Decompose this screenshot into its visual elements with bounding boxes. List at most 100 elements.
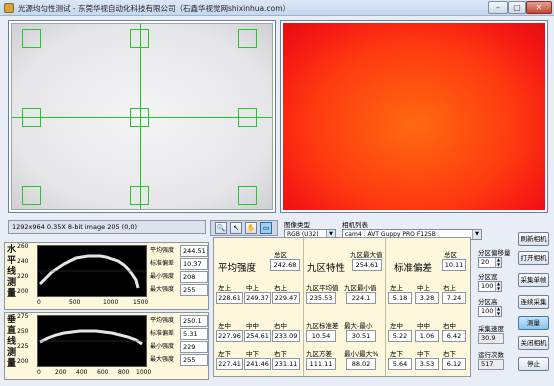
nine-zone-std-value: 10.54 [306,330,336,342]
zone-label: 中下 [246,350,259,358]
roi-top-center[interactable] [130,29,149,48]
stat-value: 10.37 [180,258,208,270]
roi-middle-left[interactable] [22,108,41,127]
zone-value: 5.22 [388,330,412,342]
nine-zone-std-label: 九区标准差 [306,322,339,330]
stat-label: 最小强度 [150,273,175,280]
roi-top-left[interactable] [22,29,41,48]
roi-middle-right[interactable] [238,108,257,127]
zone-value: 228.61 [216,292,243,304]
zone-label: 右中 [274,322,287,330]
zone-value: 227.41 [216,358,243,370]
zone-height-input[interactable]: 100 ▲ ▼ [478,306,502,317]
zone-label: 中上 [417,284,430,292]
zone-width-label: 分区宽 [478,273,498,281]
zone-value: 7.24 [442,292,466,304]
zone-value: 241.46 [244,358,271,370]
horizontal-profile-curve [38,254,146,289]
roi-top-right[interactable] [238,29,257,48]
stop-button[interactable]: 停止 [518,357,549,371]
zone-value: 1.06 [415,330,439,342]
single-capture-button[interactable]: 采集单帧 [518,273,549,287]
roi-bottom-left[interactable] [22,186,41,205]
roi-bottom-center[interactable] [130,186,149,205]
zone-offset-value: 20 [481,258,490,266]
x-tick: 200 [55,369,67,376]
average-intensity-group: 平均强度 总区 242.68 左上 中上 右上 228.61 249.37 22… [214,238,304,376]
y-tick: 200 [17,358,29,365]
intensity-heatmap [283,23,545,210]
y-tick: 225 [17,343,29,350]
zoom-tool-icon[interactable]: 🔍 [215,222,227,234]
horizontal-stats: 平均强度 244.51 标准偏差 10.37 最小强度 208 最大强度 255 [150,245,209,297]
x-tick: 1000 [136,369,152,376]
zone-value: 249.37 [244,292,271,304]
heatmap-view[interactable] [280,20,548,213]
stat-label: 平均强度 [150,317,175,324]
zone-label: 右中 [443,322,456,330]
x-tick: 400 [76,369,88,376]
x-tick: 1500 [133,299,149,306]
nine-zone-range-value: 30.51 [346,330,376,342]
refresh-camera-button[interactable]: 刷新相机 [518,232,549,246]
maximize-button[interactable]: ▢ [508,1,526,14]
continuous-capture-button[interactable]: 连续采集 [518,295,549,309]
measurement-panel: 平均强度 总区 242.68 左上 中上 右上 228.61 249.37 22… [213,237,471,377]
capture-speed-label: 采集速度 [478,325,504,333]
total-label: 总区 [274,251,287,259]
stat-value: 5.31 [180,328,208,340]
run-count-value: 517 [478,359,504,370]
vertical-profile-panel: 垂直线测量 275 250 225 200 0 200 400 600 800 … [4,312,209,380]
close-camera-button[interactable]: 关闭相机 [518,336,549,350]
zone-width-input[interactable]: 100 ▲ ▼ [478,281,502,292]
y-tick: 260 [17,243,29,250]
zone-label: 中中 [246,322,259,330]
close-window-button[interactable]: ✕ [526,1,552,14]
zone-label: 右下 [443,350,456,358]
horizontal-profile-panel: 水平线测量 260 240 220 200 0 500 1000 1500 平均… [4,242,209,310]
zone-label: 左中 [390,322,403,330]
stat-label: 最大强度 [150,286,175,293]
total-value: 10.11 [442,259,466,271]
measure-button[interactable]: 测量 [518,316,549,330]
spinner-arrows-icon[interactable]: ▲ ▼ [495,281,501,291]
stat-label: 最大强度 [150,356,175,363]
zone-value: 6.12 [442,358,466,370]
x-tick: 800 [118,369,130,376]
zone-offset-input[interactable]: 20 ▲ ▼ [478,257,502,268]
stat-value: 229 [180,341,208,353]
zone-label: 左中 [218,322,231,330]
nine-zone-range-label: 最大-最小 [344,322,373,330]
stat-label: 平均强度 [150,247,175,254]
zone-label: 右下 [274,350,287,358]
x-tick: 0 [37,369,41,376]
select-tool-icon[interactable]: ↖ [230,222,242,234]
average-intensity-title: 平均强度 [218,263,257,274]
zone-height-label: 分区高 [478,298,498,306]
horizontal-profile-plot [37,245,147,297]
stat-label: 最小强度 [150,343,175,350]
image-tool-group: 🔍 ↖ ✋ ▭ [210,220,278,236]
roi-middle-center[interactable] [130,108,149,127]
zone-label: 右上 [443,284,456,292]
roi-bottom-right[interactable] [238,186,257,205]
minimize-button[interactable]: – [488,1,508,14]
window-title: 光源均匀性测试 - 东莞华视自动化科技有限公司（石鑫华视觉网shixinhua.… [18,4,290,13]
spinner-arrows-icon[interactable]: ▲ ▼ [495,306,501,316]
y-tick: 250 [17,328,29,335]
y-tick: 240 [17,258,29,265]
nine-zone-group: 九区特性 九区最大值 254.61 九区平均值 九区最小值 235.53 224… [304,238,386,376]
zone-label: 右上 [274,284,287,292]
open-camera-button[interactable]: 打开相机 [518,251,549,265]
title-bar: 光源均匀性测试 - 东莞华视自动化科技有限公司（石鑫华视觉网shixinhua.… [0,0,554,16]
grayscale-image[interactable] [11,23,273,210]
rectangle-tool-icon[interactable]: ▭ [260,222,272,234]
zone-value: 229.47 [272,292,300,304]
run-count-label: 运行次数 [478,351,504,359]
camera-list-label: 相机列表 [342,221,368,229]
zone-value: 231.11 [272,358,300,370]
nine-zone-ratio-label: 最小/最大% [344,350,379,358]
source-image-view[interactable] [8,20,276,213]
spinner-arrows-icon[interactable]: ▲ ▼ [495,257,501,267]
pan-tool-icon[interactable]: ✋ [245,222,257,234]
